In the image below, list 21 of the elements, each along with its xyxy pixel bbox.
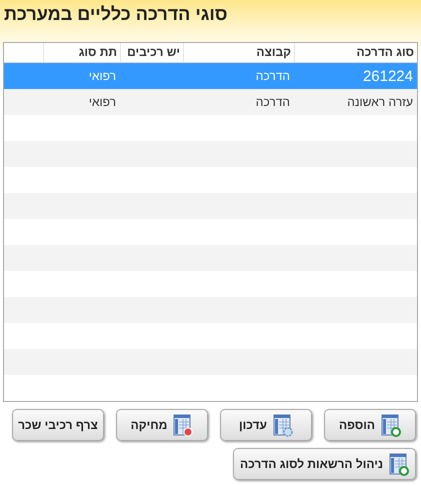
column-header[interactable]: יש רכיבים bbox=[120, 43, 183, 62]
permissions-button[interactable]: ניהול הרשאות לסוג הדרכה bbox=[232, 448, 416, 480]
toolbar-button[interactable]: מחיקה bbox=[116, 409, 208, 441]
table-row[interactable]: עזרה ראשונה הדרכה רפואי bbox=[4, 89, 417, 115]
table-cell-text: רפואי bbox=[88, 69, 117, 83]
spreadsheet-icon bbox=[272, 414, 293, 436]
spreadsheet-icon bbox=[173, 414, 194, 436]
table-cell-text: הדרכה bbox=[254, 95, 291, 109]
table-cell-text: עזרה ראשונה bbox=[346, 95, 414, 109]
toolbar-button[interactable]: עדכון bbox=[220, 409, 312, 441]
column-header[interactable]: תת סוג bbox=[43, 43, 120, 62]
column-header[interactable]: סוג הדרכה bbox=[294, 43, 417, 62]
toolbar-button[interactable]: הוספה bbox=[324, 409, 416, 441]
column-header[interactable]: קבוצה bbox=[183, 43, 294, 62]
toolbar-button[interactable]: צרף רכיבי שכר bbox=[12, 409, 104, 441]
table-cell-text: הדרכה bbox=[254, 69, 291, 83]
spreadsheet-icon bbox=[389, 452, 409, 476]
table-cell-text: 261224 bbox=[362, 68, 414, 84]
table-cell-text: רפואי bbox=[88, 95, 117, 109]
spreadsheet-icon bbox=[380, 414, 401, 436]
page-title: סוגי הדרכה כלליים במערכת bbox=[4, 3, 228, 26]
